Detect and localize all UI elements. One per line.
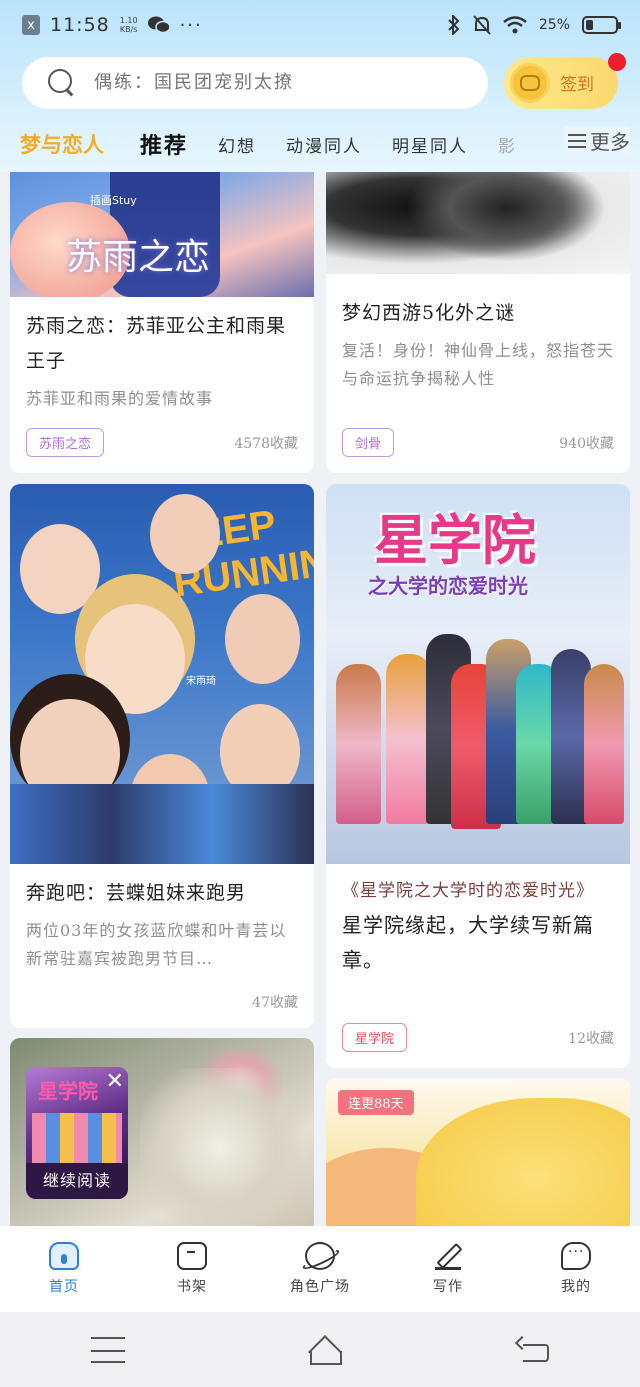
speed-value: 1.10 bbox=[119, 16, 138, 25]
network-speed: 1.10 KB/s bbox=[120, 16, 138, 34]
tab-brand[interactable]: 梦与恋人 bbox=[20, 129, 104, 159]
app-close-icon: x bbox=[22, 15, 40, 35]
mute-bell-icon bbox=[473, 15, 491, 35]
nav-mine[interactable]: 我的 bbox=[516, 1242, 636, 1296]
story-tag[interactable]: 星学院 bbox=[342, 1023, 408, 1052]
story-card[interactable]: KEEP RUNNING 宋雨琦 奔跑吧：芸蝶姐妹来跑男 两位03年的女孩蓝欣蝶… bbox=[10, 484, 314, 1028]
speed-unit: KB/s bbox=[119, 25, 138, 34]
favorite-count: 4578收藏 bbox=[234, 435, 298, 452]
search-box[interactable] bbox=[22, 56, 488, 109]
story-description: 两位03年的女孩蓝欣蝶和叶青芸以新常驻嘉宾被跑男节目… bbox=[26, 921, 287, 968]
search-input[interactable] bbox=[94, 72, 474, 93]
search-row: 签到 bbox=[22, 52, 626, 110]
more-tabs-button[interactable]: 更多 bbox=[564, 126, 630, 155]
story-card[interactable]: 梦幻西游5化外之谜 复活！身份！神仙骨上线，怒指苍天与命运抗争揭秘人性 剑骨 9… bbox=[326, 172, 630, 473]
nav-label: 写作 bbox=[433, 1279, 463, 1295]
story-card[interactable]: 星学院 之大学的恋爱时光 《星学院之大学时的恋爱时光》 星学院缘起，大学续写新篇… bbox=[326, 484, 630, 1068]
continue-reading-label: 继续阅读 bbox=[26, 1163, 128, 1199]
bottom-navigation: 首页 书架 角色广场 写作 我的 bbox=[0, 1226, 640, 1312]
story-cover-image bbox=[326, 172, 630, 274]
nav-label: 角色广场 bbox=[290, 1279, 350, 1295]
story-cover-image: 连更88天 bbox=[326, 1078, 630, 1226]
tab-fantasy[interactable]: 幻想 bbox=[218, 132, 256, 157]
signin-button[interactable]: 签到 bbox=[504, 52, 626, 109]
nav-write[interactable]: 写作 bbox=[388, 1242, 508, 1296]
story-title: 星学院缘起，大学续写新篇章。 bbox=[342, 913, 594, 972]
search-icon bbox=[48, 68, 76, 97]
story-description: 复活！身份！神仙骨上线，怒指苍天与命运抗争揭秘人性 bbox=[342, 341, 615, 388]
planet-icon bbox=[305, 1242, 335, 1270]
cover-subtitle: 之大学的恋爱时光 bbox=[368, 574, 528, 598]
pen-icon bbox=[433, 1242, 463, 1270]
tab-anime-fanfic[interactable]: 动漫同人 bbox=[286, 132, 362, 157]
tab-film[interactable]: 影 bbox=[498, 132, 517, 157]
update-streak-badge: 连更88天 bbox=[338, 1090, 414, 1115]
nav-label: 书架 bbox=[177, 1279, 207, 1295]
wifi-icon bbox=[503, 16, 527, 34]
nav-label: 我的 bbox=[561, 1279, 591, 1295]
system-home-icon[interactable] bbox=[307, 1337, 342, 1365]
coin-icon bbox=[510, 62, 550, 103]
continue-reading-widget[interactable]: 星学院 继续阅读 ✕ bbox=[26, 1067, 128, 1199]
tab-celebrity-fanfic[interactable]: 明星同人 bbox=[392, 132, 468, 157]
cover-title: 苏雨之恋 bbox=[66, 237, 211, 278]
story-card[interactable]: 连更88天 bbox=[326, 1078, 630, 1226]
clock: 11:58 bbox=[50, 14, 110, 36]
favorite-count: 47收藏 bbox=[252, 995, 298, 1011]
bluetooth-icon bbox=[448, 15, 460, 35]
cover-watermark: 插画Stuy bbox=[90, 194, 137, 207]
bookshelf-icon bbox=[177, 1242, 207, 1270]
chat-icon bbox=[561, 1242, 591, 1270]
story-title: 奔跑吧：芸蝶姐妹来跑男 bbox=[26, 882, 247, 904]
nav-label: 首页 bbox=[49, 1279, 79, 1295]
status-bar: x 11:58 1.10 KB/s ··· 25% bbox=[0, 0, 640, 50]
cover-caption: 宋雨琦 bbox=[186, 676, 216, 687]
more-notifications-icon: ··· bbox=[179, 14, 203, 36]
story-tag[interactable]: 苏雨之恋 bbox=[26, 428, 105, 457]
close-icon[interactable]: ✕ bbox=[106, 1069, 124, 1094]
category-tabs: 梦与恋人 推荐 幻想 动漫同人 明星同人 影 更多 bbox=[20, 122, 630, 166]
nav-home[interactable]: 首页 bbox=[4, 1242, 124, 1296]
story-title: 苏雨之恋：苏菲亚公主和雨果王子 bbox=[26, 315, 287, 372]
battery-percent: 25% bbox=[538, 17, 570, 33]
more-label: 更多 bbox=[590, 130, 630, 154]
recent-apps-icon[interactable] bbox=[91, 1336, 125, 1363]
story-description: 苏菲亚和雨果的爱情故事 bbox=[26, 389, 214, 408]
favorite-count: 12收藏 bbox=[568, 1030, 614, 1047]
wechat-icon bbox=[147, 16, 170, 34]
notification-dot bbox=[608, 52, 626, 71]
tab-recommend[interactable]: 推荐 bbox=[140, 128, 188, 160]
system-navigation-bar bbox=[0, 1312, 640, 1387]
story-title: 梦幻西游5化外之谜 bbox=[342, 302, 516, 324]
nav-bookshelf[interactable]: 书架 bbox=[132, 1242, 252, 1296]
story-cover-image: 插画Stuy 苏雨之恋 bbox=[10, 172, 314, 297]
story-card[interactable]: 插画Stuy 苏雨之恋 苏雨之恋：苏菲亚公主和雨果王子 苏菲亚和雨果的爱情故事 … bbox=[10, 172, 314, 473]
story-tag[interactable]: 剑骨 bbox=[342, 428, 395, 457]
favorite-count: 940收藏 bbox=[559, 435, 614, 452]
nav-character-plaza[interactable]: 角色广场 bbox=[260, 1242, 380, 1296]
story-quote-title: 《星学院之大学时的恋爱时光》 bbox=[342, 881, 594, 901]
battery-icon bbox=[582, 16, 621, 34]
story-cover-image: 星学院 之大学的恋爱时光 bbox=[326, 484, 630, 864]
story-cover-image: KEEP RUNNING 宋雨琦 bbox=[10, 484, 314, 864]
home-icon bbox=[49, 1242, 79, 1270]
system-back-icon[interactable] bbox=[523, 1343, 549, 1362]
cover-title: 星学院 bbox=[374, 508, 536, 572]
menu-icon bbox=[568, 133, 586, 148]
signin-label: 签到 bbox=[560, 75, 594, 95]
mini-cover-title: 星学院 bbox=[38, 1079, 98, 1103]
